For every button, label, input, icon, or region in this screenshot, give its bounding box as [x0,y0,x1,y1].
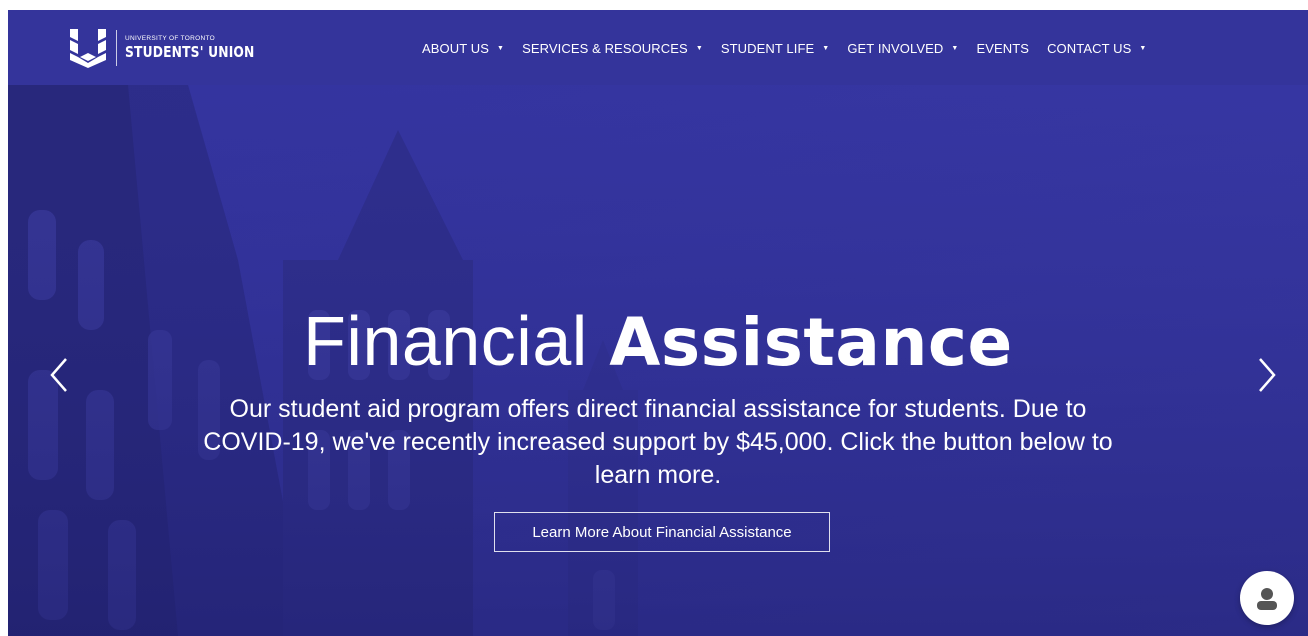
logo-divider [116,30,117,66]
logo-wordmark: UNIVERSITY OF TORONTO STUDENTS' UNION [125,36,283,60]
nav-item-about-us[interactable]: ABOUT US ▼ [422,41,504,56]
nav-item-get-involved[interactable]: GET INVOLVED ▼ [847,41,958,56]
caret-down-icon: ▼ [695,44,703,52]
learn-more-button[interactable]: Learn More About Financial Assistance [494,512,830,552]
nav-item-label: EVENTS [976,40,1030,56]
logo-big-text: STUDENTS' UNION [125,42,255,61]
user-icon [1257,588,1277,610]
site-header: UNIVERSITY OF TORONTO STUDENTS' UNION AB… [8,10,1308,85]
nav-item-student-life[interactable]: STUDENT LIFE ▼ [721,41,829,56]
caret-down-icon: ▼ [1139,44,1147,52]
nav-item-contact-us[interactable]: CONTACT US ▼ [1047,41,1146,56]
caret-down-icon: ▼ [497,44,505,52]
nav-item-label: ABOUT US [422,40,490,56]
main-nav: ABOUT US ▼ SERVICES & RESOURCES ▼ STUDEN… [422,38,1146,58]
nav-item-label: STUDENT LIFE [720,40,815,56]
caret-down-icon: ▼ [951,44,959,52]
hero-title-bold: Assistance [609,304,1013,381]
nav-item-label: GET INVOLVED [847,40,944,56]
nav-item-label: SERVICES & RESOURCES [522,40,688,56]
page-frame: UNIVERSITY OF TORONTO STUDENTS' UNION AB… [8,10,1308,636]
u-logo-icon [70,29,106,68]
hero-title: Financial Assistance [8,304,1308,380]
caret-down-icon: ▼ [822,44,830,52]
hero-subtitle: Our student aid program offers direct fi… [203,395,1113,489]
nav-item-services-resources[interactable]: SERVICES & RESOURCES ▼ [522,41,703,56]
site-logo[interactable]: UNIVERSITY OF TORONTO STUDENTS' UNION [68,27,283,69]
nav-item-label: CONTACT US [1047,40,1132,56]
hero-title-light: Financial [303,302,588,380]
nav-item-events[interactable]: EVENTS [976,41,1029,56]
chat-button[interactable] [1240,571,1294,625]
